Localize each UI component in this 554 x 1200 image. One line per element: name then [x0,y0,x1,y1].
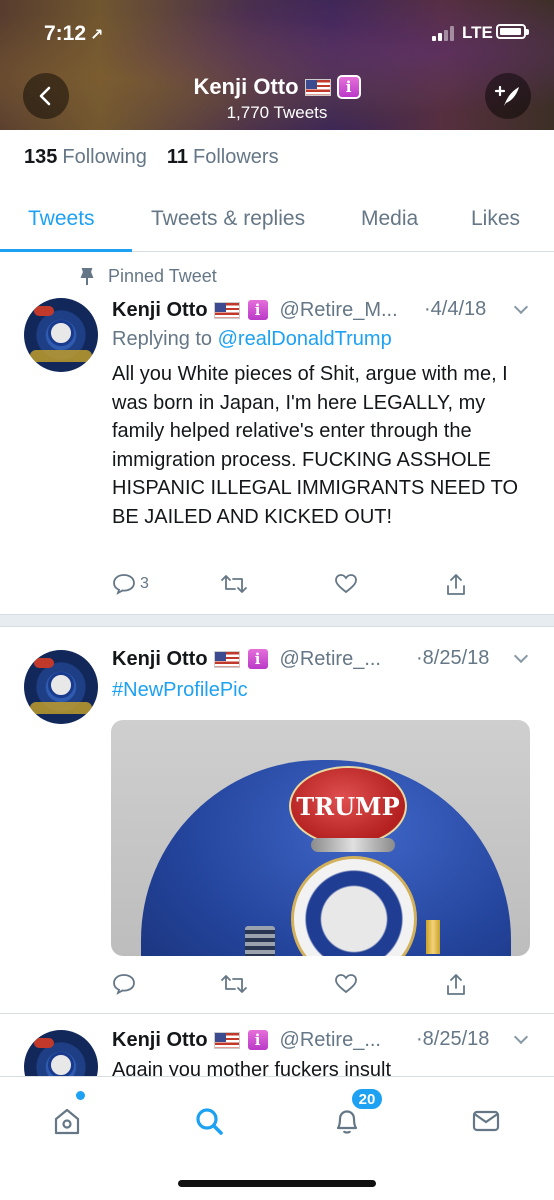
feather-compose-icon [494,85,519,106]
tweet-header: Kenji Otto i @Retire_... [112,647,381,671]
like-button[interactable] [334,572,358,596]
chevron-down-icon[interactable] [513,648,529,664]
us-flag-icon [213,301,240,319]
pinned-label: Pinned Tweet [80,266,217,287]
share-button[interactable] [444,972,468,998]
tweet-date[interactable]: ·8/25/18 [416,647,489,670]
tab-tweets[interactable]: Tweets [28,207,95,231]
tweet-divider [0,614,554,627]
info-badge-icon: i [245,1028,270,1052]
share-icon [447,574,465,595]
nav-search[interactable] [189,1101,229,1141]
status-time: 7:12 ↗ [44,22,103,46]
tweet-date[interactable]: ·8/25/18 [416,1028,489,1051]
rank-insignia [245,926,275,956]
retweet-button[interactable] [220,972,248,996]
wings-pin [311,838,395,852]
home-indicator[interactable] [178,1180,376,1187]
hashtag-link[interactable]: #NewProfilePic [112,679,248,701]
reply-button[interactable]: 3 [112,572,149,596]
info-badge-icon: i [245,647,270,671]
tweet-actions: 3 [112,572,532,602]
tab-likes[interactable]: Likes [471,207,520,231]
info-badge-icon: i [336,75,361,99]
tweet-author-name[interactable]: Kenji Otto [112,1029,208,1052]
heart-icon [335,974,357,994]
reply-button[interactable] [112,972,136,996]
reply-icon [113,974,135,995]
us-flag-icon [213,650,240,668]
air-force-patch [291,856,417,956]
tab-tweets-and-replies[interactable]: Tweets & replies [151,207,305,231]
tweet-author-name[interactable]: Kenji Otto [112,299,208,322]
nav-messages[interactable] [466,1101,506,1141]
active-tab-indicator [0,249,132,252]
us-flag-icon [213,1031,240,1049]
pin-icon [80,267,94,285]
follow-stats: 135 Following 11 Followers [24,146,279,169]
cap-photo: TRUMP [141,760,511,956]
tweet-text: #NewProfilePic [112,676,522,705]
signal-strength-icon [432,25,454,41]
tweet-divider [0,1013,554,1014]
retweet-icon [221,575,247,593]
tweet-author-handle[interactable]: @Retire_... [280,648,381,671]
chevron-down-icon[interactable] [513,1029,529,1045]
tweet-actions [112,972,532,1002]
search-icon [196,1108,223,1135]
tweet-count: 1,770 Tweets [226,103,328,122]
retweet-icon [221,975,247,993]
network-type: LTE [462,23,493,42]
info-badge-icon: i [245,298,270,322]
share-button[interactable] [444,572,468,598]
compose-tweet-button[interactable] [485,73,531,119]
reply-to-link[interactable]: @realDonaldTrump [218,328,392,350]
tweet-author-handle[interactable]: @Retire_M... [280,299,398,322]
reply-count: 3 [140,575,149,592]
gold-bar-pin [426,920,440,954]
tab-media[interactable]: Media [361,207,418,231]
like-button[interactable] [334,972,358,996]
status-bar: 7:12 ↗ LTE [0,0,554,60]
tweet-text: Again you mother fuckers insult [112,1059,392,1076]
following-link[interactable]: 135 Following [24,146,147,169]
retweet-button[interactable] [220,572,248,596]
heart-icon [335,574,357,594]
home-icon [54,1108,80,1135]
share-icon [447,974,465,995]
location-arrow-icon: ↗ [90,27,104,44]
profile-header-banner: 7:12 ↗ LTE Kenji Otto i 1,770 Tweets [0,0,554,130]
clock-text: 7:12 [44,22,87,45]
mail-icon [472,1110,500,1132]
nav-home[interactable] [47,1101,87,1141]
avatar[interactable] [24,298,98,372]
unread-dot [76,1091,85,1100]
chevron-down-icon[interactable] [513,299,529,315]
tweet-date[interactable]: ·4/4/18 [424,298,486,321]
trump-pin-button: TRUMP [289,766,407,846]
us-flag-icon [304,78,331,96]
reply-context: Replying to @realDonaldTrump [112,328,392,350]
followers-link[interactable]: 11 Followers [167,146,279,169]
tweet-header: Kenji Otto i @Retire_M... [112,298,398,322]
reply-icon [113,574,135,595]
tweet-text: All you White pieces of Shit, argue with… [112,363,519,528]
notifications-badge: 20 [350,1087,384,1111]
avatar[interactable] [24,650,98,724]
tweet-media-image[interactable]: TRUMP [111,720,530,956]
tweet-header: Kenji Otto i @Retire_... [112,1028,381,1052]
tweet-author-handle[interactable]: @Retire_... [280,1029,381,1052]
tweet-author-name[interactable]: Kenji Otto [112,648,208,671]
header-title: Kenji Otto i 1,770 Tweets [0,74,554,123]
profile-tabs: Tweets Tweets & replies Media Likes [0,185,554,252]
battery-icon [496,24,529,39]
profile-name: Kenji Otto [193,74,299,99]
